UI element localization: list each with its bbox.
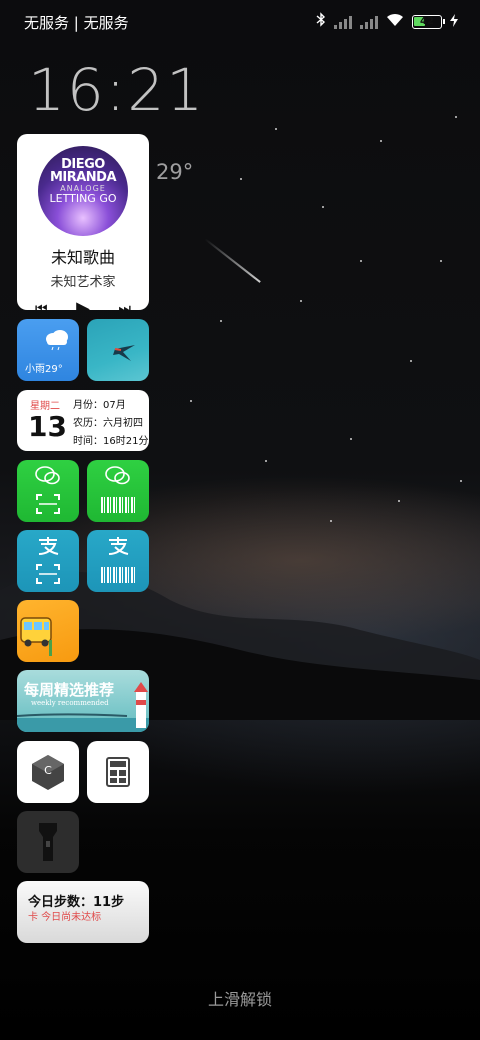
scan-frame-icon xyxy=(36,494,60,514)
alipay-scan-button[interactable] xyxy=(17,530,79,592)
lockscreen-temperature: 29° xyxy=(156,160,194,184)
bus-app-icon[interactable] xyxy=(17,600,79,662)
next-track-icon[interactable]: ⏭ xyxy=(118,301,131,311)
alipay-icon xyxy=(17,536,79,561)
charging-icon xyxy=(450,12,458,31)
lunar-label: 农历：六月初四 xyxy=(73,418,143,429)
album-art: DIEGO MIRANDA ANALOGE LETTING GO xyxy=(38,146,128,236)
cloud-rain-icon xyxy=(43,329,71,357)
bird-app-icon[interactable] xyxy=(87,319,149,381)
day-number: 13 xyxy=(28,410,67,443)
song-title: 未知歌曲 xyxy=(50,248,115,267)
barcode-icon xyxy=(101,497,135,513)
battery-level: 42 xyxy=(420,15,434,27)
swipe-up-unlock-hint[interactable]: 上滑解锁 xyxy=(0,986,480,1010)
lockscreen-clock: 16:21 xyxy=(28,56,206,124)
carrier-label: 无服务 | 无服务 xyxy=(24,14,129,32)
calculator-app-icon[interactable] xyxy=(87,741,149,803)
album-art-text-4: LETTING GO xyxy=(49,192,117,205)
weekly-subtitle: weekly recommended xyxy=(31,699,109,707)
bus-icon xyxy=(20,617,52,656)
weekly-title: 每周精选推荐 xyxy=(24,681,115,699)
cube-app-icon[interactable]: C xyxy=(17,741,79,803)
alipay-pay-button[interactable] xyxy=(87,530,149,592)
svg-text:C: C xyxy=(44,764,52,777)
wechat-pay-button[interactable] xyxy=(87,460,149,522)
playback-controls: ⏮ ▶ ⏭ xyxy=(17,298,149,310)
previous-track-icon[interactable]: ⏮ xyxy=(35,301,48,311)
artist-name: 未知艺术家 xyxy=(50,275,116,290)
album-art-text-2: MIRANDA xyxy=(49,170,117,185)
calendar-info: 月份：07月 农历：六月初四 时间：16时21分 xyxy=(73,397,148,451)
signal-strength-icon-2 xyxy=(360,15,378,29)
step-counter-widget[interactable]: 今日步数：11步 卡 今日尚未达标 xyxy=(17,881,149,943)
play-icon[interactable]: ▶ xyxy=(76,298,90,310)
steps-note: 卡 今日尚未达标 xyxy=(28,912,102,923)
flashlight-toggle[interactable] xyxy=(17,811,79,873)
calculator-icon xyxy=(106,757,130,787)
weekly-recommended-widget[interactable]: 每周精选推荐 weekly recommended xyxy=(17,670,149,732)
time-label: 时间：16时21分 xyxy=(73,436,149,447)
wifi-icon xyxy=(386,12,404,31)
month-label: 月份：07月 xyxy=(73,400,126,411)
wechat-icon xyxy=(87,466,149,491)
status-bar: 无服务 | 无服务 42 xyxy=(0,0,480,42)
weather-widget[interactable]: 小雨29° xyxy=(17,319,79,381)
wechat-scan-button[interactable] xyxy=(17,460,79,522)
battery-icon: 42 xyxy=(412,14,445,29)
scan-frame-icon xyxy=(36,564,60,584)
barcode-icon xyxy=(101,567,135,583)
meteor-streak xyxy=(204,238,261,283)
swallow-icon xyxy=(113,345,135,361)
signal-strength-icon xyxy=(334,15,352,29)
bluetooth-icon xyxy=(316,12,326,31)
calendar-widget[interactable]: 星期二 13 月份：07月 农历：六月初四 时间：16时21分 xyxy=(17,390,149,451)
alipay-icon xyxy=(87,536,149,561)
cube-icon: C xyxy=(32,755,64,790)
flashlight-icon xyxy=(39,823,57,861)
wechat-icon xyxy=(17,466,79,491)
music-widget[interactable]: DIEGO MIRANDA ANALOGE LETTING GO 未知歌曲 未知… xyxy=(17,134,149,310)
weather-label: 小雨29° xyxy=(25,364,63,375)
